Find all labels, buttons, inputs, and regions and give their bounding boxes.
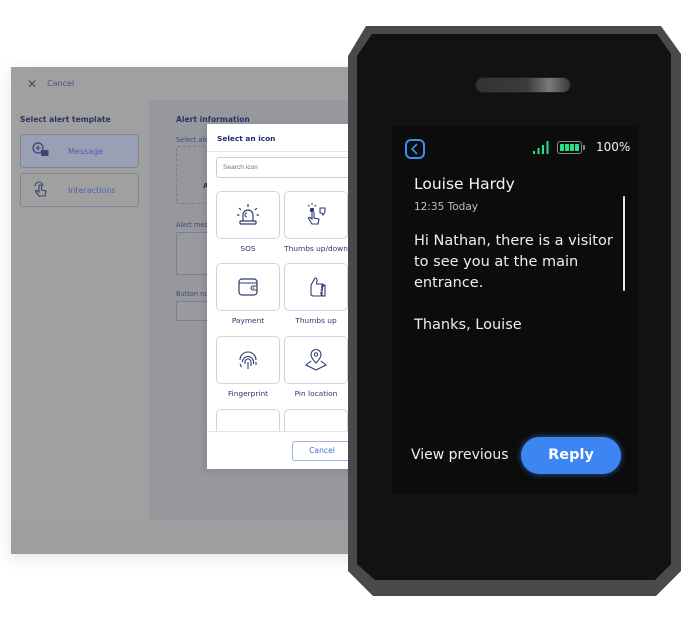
- hand-tap-icon: [30, 180, 52, 200]
- message-text: Hi Nathan, there is a visitor to see you…: [414, 233, 613, 291]
- modal-cancel-button[interactable]: Cancel: [292, 441, 352, 461]
- icon-label: Thumbs up: [295, 316, 337, 325]
- app-header: ✕ Cancel: [11, 67, 371, 100]
- message-body: Hi Nathan, there is a visitor to see you…: [414, 231, 624, 336]
- message-time: 12:35 Today: [414, 201, 478, 213]
- icon-label: Pin location: [294, 389, 338, 398]
- wallet-icon: [238, 278, 258, 296]
- modal-divider: [207, 151, 355, 152]
- template-label: Interactions: [68, 185, 116, 195]
- phone-screen: 100% Louise Hardy 12:35 Today Hi Nathan,…: [392, 126, 638, 494]
- template-interactions[interactable]: Interactions: [20, 173, 139, 207]
- battery-percent: 100%: [596, 140, 631, 154]
- back-button[interactable]: [405, 139, 425, 159]
- cancel-link[interactable]: Cancel: [47, 79, 74, 88]
- message-signoff: Thanks, Louise: [414, 317, 522, 333]
- message-scrollbar[interactable]: [623, 196, 625, 291]
- icon-search-input[interactable]: [216, 157, 355, 178]
- icon-tile-thumbs-up-down[interactable]: [284, 191, 348, 239]
- icon-label: Thumbs up/down: [284, 244, 348, 253]
- signal-bars-icon: [533, 141, 549, 154]
- icon-tile-pin-location[interactable]: [284, 336, 348, 384]
- message-add-icon: [30, 141, 52, 161]
- battery-icon: [557, 141, 585, 154]
- thumbs-up-down-icon: [307, 203, 326, 225]
- template-panel: Select alert template Message Interactio…: [11, 100, 149, 520]
- close-x-icon[interactable]: ✕: [27, 77, 37, 91]
- icon-label: Fingerprint: [227, 389, 269, 398]
- select-icon-label: Select ale: [176, 136, 209, 144]
- siren-icon: [237, 204, 259, 225]
- alert-message-label: Alert mes: [176, 221, 208, 229]
- template-label: Message: [68, 146, 104, 156]
- icon-label: SOS: [240, 244, 256, 253]
- modal-footer: Cancel: [207, 431, 355, 469]
- button-name-label: Button na: [176, 290, 209, 298]
- icon-tile-sos[interactable]: [216, 191, 280, 239]
- template-message[interactable]: Message: [20, 134, 139, 168]
- alert-info-title: Alert information: [176, 115, 250, 124]
- icon-tile-fingerprint[interactable]: [216, 336, 280, 384]
- template-panel-title: Select alert template: [20, 115, 111, 124]
- phone-speaker: [476, 78, 570, 92]
- map-pin-icon: [304, 349, 328, 371]
- icon-tile-payment[interactable]: [216, 263, 280, 311]
- icon-label: Payment: [231, 316, 265, 325]
- icon-picker-modal: Select an icon SOS Thumbs up/down: [207, 124, 355, 469]
- message-sender: Louise Hardy: [414, 175, 515, 193]
- view-previous-button[interactable]: View previous: [411, 447, 509, 463]
- back-arrow-icon: [410, 143, 418, 155]
- icon-tile-thumbs-up[interactable]: [284, 263, 348, 311]
- app-footer: [11, 520, 371, 554]
- fingerprint-icon: [239, 351, 257, 369]
- modal-title: Select an icon: [217, 134, 276, 143]
- thumbs-up-icon: [310, 277, 326, 297]
- reply-button[interactable]: Reply: [521, 437, 621, 474]
